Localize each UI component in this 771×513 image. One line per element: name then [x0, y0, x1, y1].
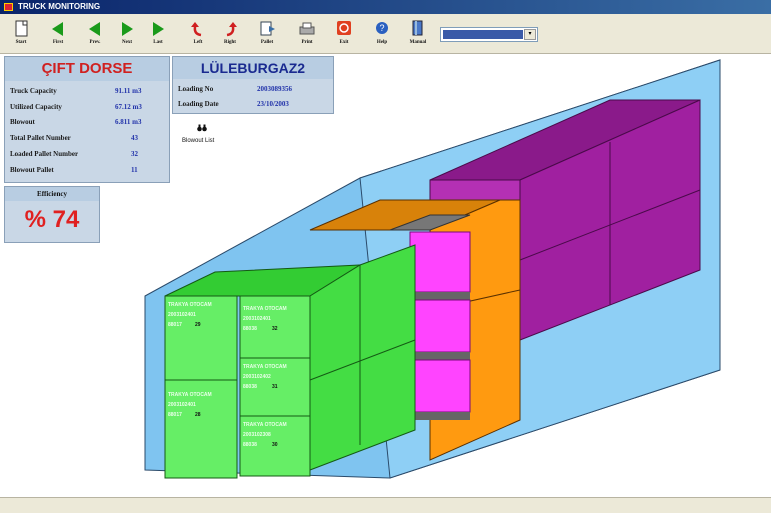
truck-capacity-value: 91.11 m3: [115, 87, 142, 95]
pallet-1-company: TRAKYA OTOCAM: [168, 302, 212, 308]
total-pallet-value: 43: [131, 134, 138, 142]
efficiency-title: Efficiency: [5, 187, 99, 201]
pallet-1-code: 2003102401: [168, 312, 196, 318]
blowout-list-link[interactable]: Blowout List: [182, 138, 214, 144]
magenta-box-3: [409, 359, 471, 413]
magenta-box-1: [409, 231, 471, 293]
pallet-2-product: 88017: [168, 412, 182, 418]
status-bar: [0, 497, 771, 513]
efficiency-panel: Efficiency % 74: [4, 186, 100, 243]
grey-slab-2: [410, 352, 470, 360]
pallet-4-company: TRAKYA OTOCAM: [243, 364, 287, 370]
destination-panel: LÜLEBURGAZ2 Loading No 2003089356 Loading…: [172, 56, 334, 114]
pallet-3-code: 2003102401: [243, 316, 271, 322]
efficiency-value: % 74: [24, 206, 80, 233]
pallet-1-product: 88017: [168, 322, 182, 328]
magenta-box-2: [409, 299, 471, 353]
pallet-2-company: TRAKYA OTOCAM: [168, 392, 212, 398]
grey-slab-3: [410, 412, 470, 420]
total-pallet-label: Total Pallet Number: [10, 134, 71, 142]
truck-type-title: ÇIFT DORSE: [5, 57, 169, 81]
pallet-1-no: 29: [195, 322, 201, 328]
pallet-3-product: 88038: [243, 326, 257, 332]
utilized-capacity-label: Utilized Capacity: [10, 103, 62, 111]
loaded-pallet-value: 32: [131, 150, 138, 158]
pallet-5-no: 30: [272, 442, 278, 448]
pallet-front-1: [164, 295, 238, 381]
loading-date-value: 23/10/2003: [257, 100, 289, 108]
loading-date-label: Loading Date: [178, 100, 219, 108]
pallet-2-code: 2003102401: [168, 402, 196, 408]
pallet-4-product: 88038: [243, 384, 257, 390]
pallet-3-no: 32: [272, 326, 278, 332]
truck-capacity-label: Truck Capacity: [10, 87, 57, 95]
loading-no-value: 2003089356: [257, 85, 292, 93]
loaded-pallet-label: Loaded Pallet Number: [10, 150, 79, 158]
truck-monitoring-window: TRUCK MONITORING Start First Prev. Next …: [0, 0, 771, 513]
destination-title: LÜLEBURGAZ2: [173, 57, 333, 79]
blowout-pallet-label: Blowout Pallet: [10, 166, 54, 174]
pallet-5-code: 2003102308: [243, 432, 271, 438]
utilized-capacity-value: 67.12 m3: [115, 103, 142, 111]
pallet-5-company: TRAKYA OTOCAM: [243, 422, 287, 428]
blowout-pallet-value: 11: [131, 166, 138, 174]
blowout-label: Blowout: [10, 118, 35, 126]
pallet-4-code: 2003102402: [243, 374, 271, 380]
blowout-value: 6.811 m3: [115, 118, 142, 126]
binoculars-icon[interactable]: [197, 124, 207, 132]
pallet-3-company: TRAKYA OTOCAM: [243, 306, 287, 312]
pallet-5-product: 88038: [243, 442, 257, 448]
truck-info-panel: ÇIFT DORSE Truck Capacity 91.11 m3 Utiliz…: [4, 56, 170, 183]
pallet-4-no: 31: [272, 384, 278, 390]
pallet-2-no: 28: [195, 412, 201, 418]
grey-slab-1: [410, 292, 470, 300]
loading-no-label: Loading No: [178, 85, 214, 93]
